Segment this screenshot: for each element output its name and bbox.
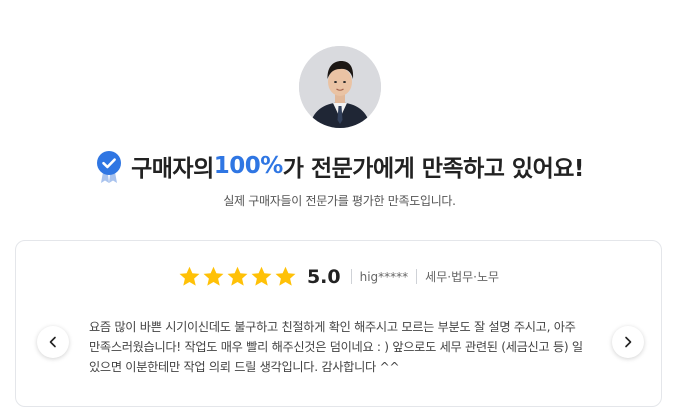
headline-prefix: 구매자의: [131, 156, 214, 182]
verified-badge-icon: [97, 151, 122, 183]
satisfaction-headline: 구매자의 100% 가 전문가에게 만족하고 있어요!: [0, 148, 679, 184]
chevron-left-icon: [49, 336, 56, 348]
review-text: 요즘 많이 바쁜 시기이신데도 불구하고 친절하게 확인 해주시고 모르는 부분…: [89, 320, 583, 374]
service-category: 세무·법무·노무: [425, 270, 500, 284]
divider: [350, 269, 352, 284]
rating-row: 5.0 hig***** 세무·법무·노무: [16, 265, 661, 288]
expert-avatar: [299, 46, 381, 128]
reviewer-id: hig*****: [359, 269, 409, 284]
star-icon: [275, 266, 296, 286]
star-icon: [227, 266, 248, 286]
next-review-button[interactable]: [612, 326, 644, 358]
review-card: 5.0 hig***** 세무·법무·노무 요즘 많이 바쁜 시기이신데도 불구…: [15, 240, 662, 407]
star-rating: [178, 265, 297, 288]
star-icon: [179, 266, 200, 286]
star-icon: [203, 266, 224, 286]
previous-review-button[interactable]: [37, 326, 69, 358]
headline-suffix: 가 전문가에게 만족하고 있어요!: [282, 156, 585, 182]
chevron-right-icon: [625, 336, 632, 348]
review-score: 5.0: [306, 265, 341, 288]
expert-profile-photo: [299, 46, 381, 128]
divider: [416, 269, 418, 284]
satisfaction-subtitle: 실제 구매자들이 전문가를 평가한 만족도입니다.: [223, 194, 456, 208]
star-icon: [251, 266, 272, 286]
headline-percentage: 100%: [213, 153, 284, 179]
